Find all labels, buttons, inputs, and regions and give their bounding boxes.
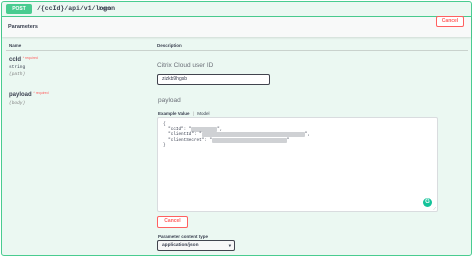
column-header-description: Description (157, 43, 182, 48)
required-marker: * required (33, 91, 49, 95)
chevron-down-icon: ▾ (228, 243, 231, 248)
required-marker: * required (22, 56, 38, 60)
cancel-button[interactable]: Cancel (157, 216, 188, 228)
parameters-header: Parameters (2, 17, 471, 37)
param-name-payload: payload * required (9, 91, 49, 98)
ccid-input[interactable]: zizkb9hgsb (157, 74, 270, 85)
operation-summary-text: logon (99, 6, 112, 12)
param-name-ccid: ccId * required (9, 56, 38, 63)
body-json: { "ccId": "xxxxxxxxxx", "clientId": "xxx… (163, 122, 311, 148)
column-header-name: Name (9, 43, 22, 48)
param-description-payload: payload (158, 97, 181, 104)
grammarly-icon[interactable]: G (423, 198, 432, 207)
json-line: } (163, 142, 166, 148)
method-badge: POST (6, 4, 32, 14)
content-type-value: application/json (162, 243, 199, 248)
body-textarea[interactable]: { "ccId": "xxxxxxxxxx", "clientId": "xxx… (157, 117, 438, 212)
param-name-text: ccId (9, 57, 22, 63)
content-type-select[interactable]: application/json ▾ (157, 240, 235, 251)
operation-summary[interactable]: POST /{ccId}/api/v1/logon logon (2, 2, 471, 17)
parameters-title: Parameters (8, 24, 38, 30)
tab-separator: | (192, 111, 194, 116)
param-location-ccid: (path) (9, 72, 26, 77)
content-type-label: Parameter content type (158, 234, 209, 239)
tab-example-value[interactable]: Example Value (158, 111, 190, 116)
param-name-text: payload (9, 92, 32, 98)
param-location-payload: (body) (9, 101, 26, 106)
param-description-ccid: Citrix Cloud user ID (157, 62, 214, 69)
param-type-ccid: string (9, 65, 26, 70)
resize-handle-icon[interactable]: ⟋ (433, 206, 436, 211)
body-tabs: Example Value | Model (158, 111, 210, 116)
json-key-clientsecret: "clientSecret": " (163, 137, 212, 143)
cancel-try-button[interactable]: Cancel (436, 16, 464, 27)
header-divider (6, 50, 468, 51)
tab-model[interactable]: Model (197, 111, 209, 116)
masked-value: xxxxxxxxxxxxxxxxxxxxxxxxxxxxx (212, 137, 287, 143)
